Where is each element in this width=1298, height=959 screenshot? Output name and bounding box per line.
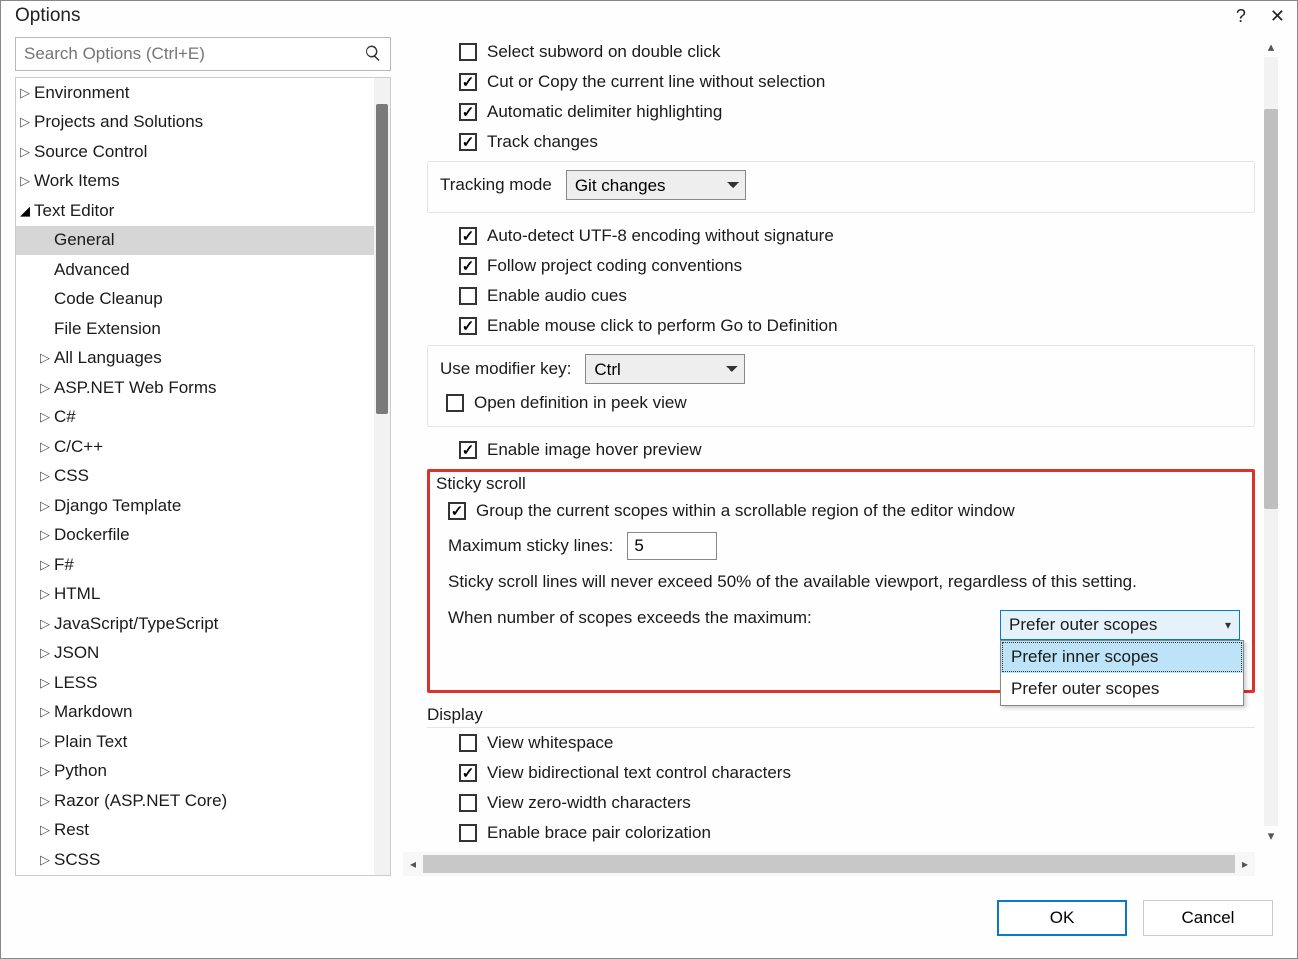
checkbox-icon[interactable] [459, 43, 477, 61]
tree-item-less[interactable]: ▷LESS [16, 668, 374, 698]
exceed-max-dropdown: Prefer inner scopes Prefer outer scopes [1000, 640, 1244, 706]
tree-item-work-items[interactable]: ▷Work Items [16, 167, 374, 197]
setting-select-subword[interactable]: Select subword on double click [427, 37, 1255, 67]
tree-item-ccpp[interactable]: ▷C/C++ [16, 432, 374, 462]
nav-tree: ▷Environment ▷Projects and Solutions ▷So… [15, 77, 391, 876]
tree-item-plaintext[interactable]: ▷Plain Text [16, 727, 374, 757]
checkbox-icon[interactable] [459, 734, 477, 752]
tree-item-projects[interactable]: ▷Projects and Solutions [16, 108, 374, 138]
goto-def-group: Use modifier key: Ctrl Open definition i… [427, 345, 1255, 427]
checkbox-icon[interactable] [448, 502, 466, 520]
dialog-title: Options [15, 5, 80, 27]
tree-item-csharp[interactable]: ▷C# [16, 403, 374, 433]
setting-track-changes[interactable]: Track changes [427, 127, 1255, 157]
tree-item-file-extension[interactable]: ▷File Extension [16, 314, 374, 344]
setting-zero-width[interactable]: View zero-width characters [427, 788, 1255, 818]
setting-audio-cues[interactable]: Enable audio cues [427, 281, 1255, 311]
tree-item-environment[interactable]: ▷Environment [16, 78, 374, 108]
tree-item-general[interactable]: ▷General [16, 226, 374, 256]
exceed-max-label: When number of scopes exceeds the maximu… [448, 608, 812, 628]
checkbox-icon[interactable] [459, 764, 477, 782]
titlebar: Options ? ✕ [1, 1, 1297, 37]
setting-group-scopes[interactable]: Group the current scopes within a scroll… [436, 496, 1246, 526]
search-icon[interactable] [364, 44, 382, 65]
setting-goto-definition[interactable]: Enable mouse click to perform Go to Defi… [427, 311, 1255, 341]
tree-item-rest[interactable]: ▷Rest [16, 816, 374, 846]
ok-button[interactable]: OK [997, 900, 1127, 936]
checkbox-icon[interactable] [459, 103, 477, 121]
tree-item-razor[interactable]: ▷Razor (ASP.NET Core) [16, 786, 374, 816]
dialog-footer: OK Cancel [1, 882, 1297, 958]
sticky-note: Sticky scroll lines will never exceed 50… [436, 566, 1246, 598]
tree-item-json[interactable]: ▷JSON [16, 639, 374, 669]
modifier-key-select[interactable]: Ctrl [585, 354, 745, 384]
search-box[interactable] [15, 37, 391, 71]
tree-item-markdown[interactable]: ▷Markdown [16, 698, 374, 728]
tree-scrollbar[interactable] [374, 78, 390, 875]
checkbox-icon[interactable] [459, 287, 477, 305]
max-sticky-input[interactable] [627, 532, 717, 560]
checkbox-icon[interactable] [459, 133, 477, 151]
sticky-scroll-title: Sticky scroll [436, 474, 1246, 494]
tree-item-jsts[interactable]: ▷JavaScript/TypeScript [16, 609, 374, 639]
tree-item-text-editor[interactable]: ◢Text Editor [16, 196, 374, 226]
close-icon[interactable]: ✕ [1270, 6, 1285, 27]
exceed-max-combo[interactable]: Prefer outer scopes ▾ Prefer inner scope… [1000, 610, 1244, 706]
display-title: Display [427, 705, 1255, 725]
setting-auto-delimiter[interactable]: Automatic delimiter highlighting [427, 97, 1255, 127]
modifier-key-label: Use modifier key: [440, 359, 571, 379]
tracking-mode-group: Tracking mode Git changes [427, 161, 1255, 213]
setting-peek-view[interactable]: Open definition in peek view [436, 388, 1246, 418]
tracking-mode-select[interactable]: Git changes [566, 170, 746, 200]
checkbox-icon[interactable] [459, 317, 477, 335]
vertical-scrollbar[interactable]: ▴ ▾ [1259, 37, 1283, 846]
horizontal-scrollbar[interactable]: ◂ ▸ [403, 852, 1255, 876]
exceed-option-inner[interactable]: Prefer inner scopes [1001, 641, 1243, 673]
tracking-mode-label: Tracking mode [440, 175, 552, 195]
setting-cut-copy-line[interactable]: Cut or Copy the current line without sel… [427, 67, 1255, 97]
tree-item-all-languages[interactable]: ▷All Languages [16, 344, 374, 374]
checkbox-icon[interactable] [459, 794, 477, 812]
tree-item-code-cleanup[interactable]: ▷Code Cleanup [16, 285, 374, 315]
exceed-option-outer[interactable]: Prefer outer scopes [1001, 673, 1243, 705]
setting-follow-conventions[interactable]: Follow project coding conventions [427, 251, 1255, 281]
tree-item-aspnet-webforms[interactable]: ▷ASP.NET Web Forms [16, 373, 374, 403]
checkbox-icon[interactable] [459, 441, 477, 459]
settings-panel: Select subword on double click Cut or Co… [403, 37, 1283, 876]
setting-view-whitespace[interactable]: View whitespace [427, 728, 1255, 758]
tree-item-python[interactable]: ▷Python [16, 757, 374, 787]
scroll-up-icon[interactable]: ▴ [1266, 37, 1277, 57]
tree-item-django[interactable]: ▷Django Template [16, 491, 374, 521]
max-sticky-label: Maximum sticky lines: [448, 536, 613, 556]
checkbox-icon[interactable] [459, 227, 477, 245]
setting-image-hover[interactable]: Enable image hover preview [427, 435, 1255, 465]
search-input[interactable] [24, 44, 364, 64]
tree-item-fsharp[interactable]: ▷F# [16, 550, 374, 580]
sticky-scroll-group: Sticky scroll Group the current scopes w… [427, 469, 1255, 693]
options-dialog: Options ? ✕ ▷Environment ▷Projects and S… [0, 0, 1298, 959]
cancel-button[interactable]: Cancel [1143, 900, 1273, 936]
setting-brace-pair[interactable]: Enable brace pair colorization [427, 818, 1255, 848]
scroll-down-icon[interactable]: ▾ [1266, 826, 1277, 846]
tree-item-source-control[interactable]: ▷Source Control [16, 137, 374, 167]
tree-item-css[interactable]: ▷CSS [16, 462, 374, 492]
tree-item-advanced[interactable]: ▷Advanced [16, 255, 374, 285]
checkbox-icon[interactable] [446, 394, 464, 412]
exceed-max-selected[interactable]: Prefer outer scopes ▾ [1000, 610, 1240, 640]
setting-view-bidi[interactable]: View bidirectional text control characte… [427, 758, 1255, 788]
scroll-right-icon[interactable]: ▸ [1235, 857, 1255, 871]
setting-auto-utf8[interactable]: Auto-detect UTF-8 encoding without signa… [427, 221, 1255, 251]
chevron-down-icon: ▾ [1225, 618, 1231, 632]
help-icon[interactable]: ? [1236, 6, 1246, 27]
tree-item-dockerfile[interactable]: ▷Dockerfile [16, 521, 374, 551]
checkbox-icon[interactable] [459, 73, 477, 91]
tree-item-scss[interactable]: ▷SCSS [16, 845, 374, 875]
scroll-left-icon[interactable]: ◂ [403, 857, 423, 871]
checkbox-icon[interactable] [459, 824, 477, 842]
checkbox-icon[interactable] [459, 257, 477, 275]
tree-item-html[interactable]: ▷HTML [16, 580, 374, 610]
